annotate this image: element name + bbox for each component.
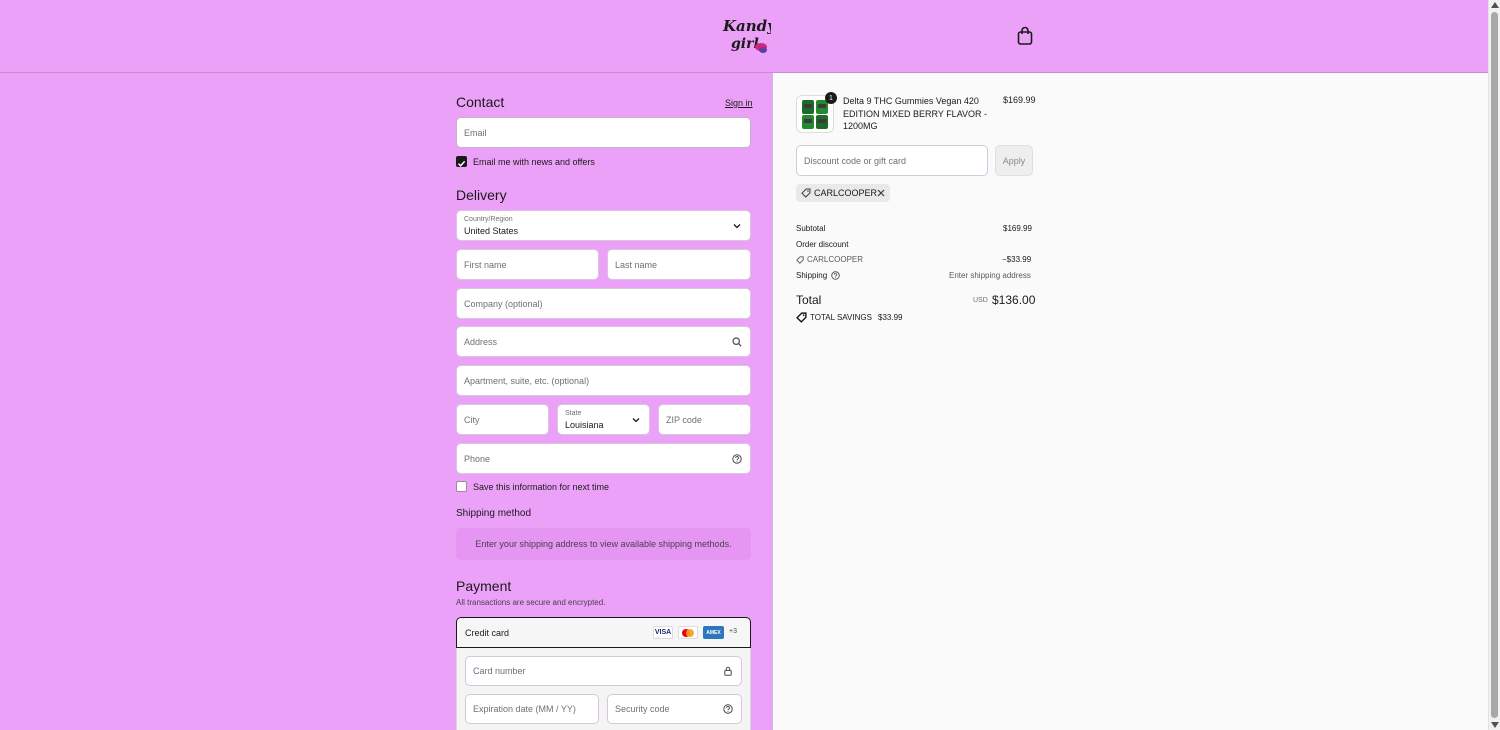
company-placeholder: Company (optional) (464, 298, 543, 309)
order-discount-label: Order discount (796, 240, 849, 249)
shopping-bag-icon[interactable] (1016, 26, 1034, 46)
news-checkbox[interactable] (456, 156, 467, 167)
address-placeholder: Address (464, 336, 498, 347)
discount-value: −$33.99 (1002, 255, 1032, 264)
scroll-down-arrow-icon[interactable] (1491, 722, 1499, 728)
scrollbar-thumb[interactable] (1491, 12, 1498, 718)
sign-in-link[interactable]: Sign in (725, 98, 753, 108)
chevron-down-icon (632, 417, 640, 422)
checkmark-icon (457, 160, 466, 167)
mastercard-icon (678, 626, 698, 639)
product-price: $169.99 (1003, 95, 1036, 105)
save-info-checkbox[interactable] (456, 481, 467, 492)
subtotal-value: $169.99 (1003, 224, 1032, 233)
phone-placeholder: Phone (464, 453, 491, 464)
quantity-badge: 1 (825, 92, 837, 104)
visa-card-icon: VISA (653, 626, 673, 639)
expiration-placeholder: Expiration date (MM / YY) (473, 704, 576, 714)
apartment-field[interactable]: Apartment, suite, etc. (optional) (456, 365, 751, 396)
email-field[interactable]: Email (456, 117, 751, 148)
product-name: Delta 9 THC Gummies Vegan 420 EDITION MI… (843, 96, 988, 131)
security-code-field[interactable]: Security code (607, 694, 742, 724)
state-label: State (565, 410, 582, 417)
applied-discount-chip: CARLCOOPER (796, 184, 890, 202)
svg-text:girl: girl (731, 36, 759, 52)
shipping-method-heading: Shipping method (456, 508, 532, 519)
tag-icon (801, 188, 811, 198)
help-circle-icon[interactable] (723, 704, 733, 714)
apartment-placeholder: Apartment, suite, etc. (optional) (464, 375, 590, 386)
shipping-label: Shipping (796, 271, 828, 280)
applied-code-label: CARLCOOPER (814, 188, 878, 198)
shipping-method-notice: Enter your shipping address to view avai… (456, 528, 751, 560)
payment-subtitle: All transactions are secure and encrypte… (456, 598, 606, 607)
country-select[interactable]: Country/Region United States (456, 210, 751, 241)
address-field[interactable]: Address (456, 326, 751, 357)
discount-code-label: CARLCOOPER (807, 255, 864, 264)
city-placeholder: City (464, 414, 480, 425)
first-name-placeholder: First name (464, 259, 507, 270)
contact-heading: Contact (456, 94, 505, 110)
close-icon[interactable] (877, 189, 885, 197)
email-placeholder: Email (464, 127, 487, 138)
state-select[interactable]: State Louisiana (557, 404, 650, 435)
total-savings-label: TOTAL SAVINGS (810, 313, 872, 322)
chevron-down-icon (733, 223, 741, 228)
last-name-placeholder: Last name (615, 259, 658, 270)
card-number-placeholder: Card number (473, 666, 526, 676)
lock-icon (724, 666, 732, 676)
expiration-date-field[interactable]: Expiration date (MM / YY) (465, 694, 599, 724)
zip-field[interactable]: ZIP code (658, 404, 751, 435)
news-checkbox-label: Email me with news and offers (473, 157, 595, 167)
help-circle-icon[interactable] (831, 271, 840, 280)
savings-tag-icon (796, 312, 807, 323)
card-number-field[interactable]: Card number (465, 656, 742, 686)
save-info-label: Save this information for next time (473, 482, 610, 492)
subtotal-label: Subtotal (796, 224, 826, 233)
company-field[interactable]: Company (optional) (456, 288, 751, 319)
last-name-field[interactable]: Last name (607, 249, 751, 280)
page-header: Kandy girl (0, 0, 1488, 73)
credit-card-label: Credit card (465, 628, 510, 638)
more-brands-badge: +3 (729, 628, 737, 635)
discount-code-field[interactable]: Discount code or gift card (796, 145, 988, 176)
amex-card-icon: AMEX (703, 626, 724, 639)
city-field[interactable]: City (456, 404, 549, 435)
help-circle-icon[interactable] (732, 453, 742, 464)
apply-discount-button[interactable]: Apply (995, 145, 1033, 176)
total-label: Total (796, 293, 822, 307)
country-value: United States (464, 226, 519, 236)
first-name-field[interactable]: First name (456, 249, 599, 280)
payment-heading: Payment (456, 578, 512, 594)
search-icon (732, 336, 742, 347)
total-savings-value: $33.99 (878, 313, 903, 322)
phone-field[interactable]: Phone (456, 443, 751, 474)
page-scrollbar[interactable] (1488, 0, 1500, 730)
svg-text:Kandy: Kandy (722, 17, 771, 35)
country-label: Country/Region (464, 216, 513, 223)
zip-placeholder: ZIP code (666, 414, 702, 425)
kandy-girl-logo[interactable]: Kandy girl (719, 14, 771, 56)
scroll-up-arrow-icon[interactable] (1491, 2, 1499, 8)
mastercard-circles-icon (682, 628, 694, 637)
shipping-value: Enter shipping address (949, 271, 1031, 280)
security-code-placeholder: Security code (615, 704, 670, 714)
total-value: $136.00 (992, 293, 1036, 307)
credit-card-option[interactable]: Credit card VISA AMEX +3 (456, 617, 751, 648)
discount-placeholder: Discount code or gift card (804, 155, 907, 166)
currency-label: USD (973, 297, 988, 304)
delivery-heading: Delivery (456, 187, 507, 203)
state-value: Louisiana (565, 420, 604, 430)
tag-icon (796, 256, 804, 264)
